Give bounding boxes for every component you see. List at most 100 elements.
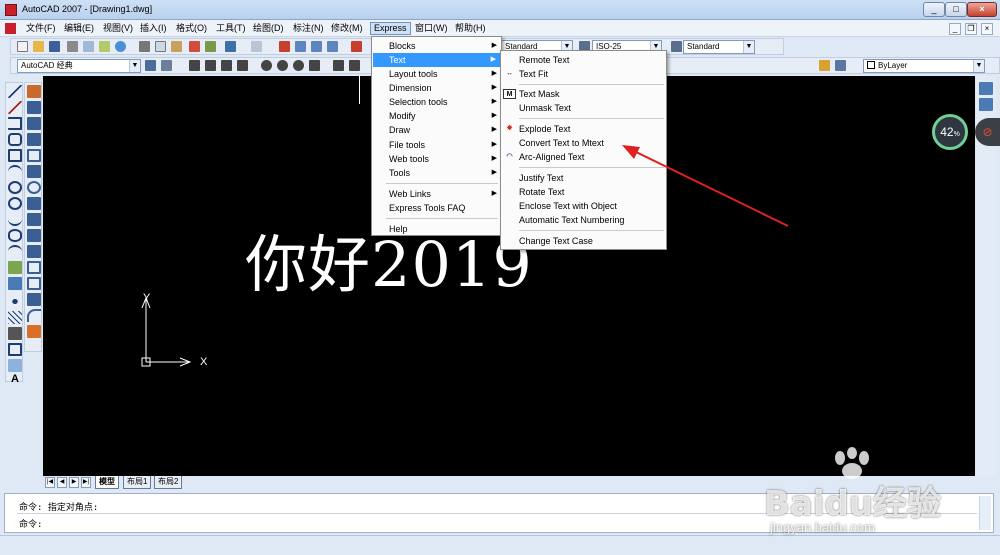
- tab-layout2[interactable]: 布局2: [154, 476, 183, 489]
- menu-item-text-mask[interactable]: M Text Mask: [501, 87, 666, 101]
- linetype-select[interactable]: ByLayer ▼: [863, 59, 985, 73]
- stretch-icon[interactable]: [27, 213, 41, 226]
- menu-dimension[interactable]: 标注(N): [290, 22, 327, 35]
- point-icon[interactable]: [8, 295, 22, 308]
- undo-icon[interactable]: [225, 41, 236, 52]
- dim-linear-icon[interactable]: [189, 60, 200, 71]
- erase-icon[interactable]: [27, 85, 41, 98]
- paste-icon[interactable]: [171, 41, 182, 52]
- minimize-button[interactable]: _: [923, 2, 945, 17]
- properties-icon[interactable]: [351, 41, 362, 52]
- redo-icon[interactable]: [251, 41, 262, 52]
- join-icon[interactable]: [27, 277, 41, 290]
- construction-line-icon[interactable]: [8, 101, 22, 114]
- dim-aligned-icon[interactable]: [205, 60, 216, 71]
- gradient-icon[interactable]: [8, 327, 22, 340]
- ellipse-icon[interactable]: [8, 229, 22, 242]
- menu-item-web-tools[interactable]: Web tools ▶: [372, 152, 501, 166]
- explode-icon[interactable]: [27, 325, 41, 338]
- rotate-icon[interactable]: [27, 181, 41, 194]
- menu-help[interactable]: 帮助(H): [452, 22, 489, 35]
- hatch-icon[interactable]: [8, 311, 22, 324]
- menu-item-blocks[interactable]: Blocks ▶: [372, 39, 501, 53]
- publish-icon[interactable]: [99, 41, 110, 52]
- insert-block-icon[interactable]: [8, 261, 22, 274]
- doc-restore-button[interactable]: ❐: [965, 23, 977, 35]
- spline-icon[interactable]: [8, 213, 22, 226]
- fillet-icon[interactable]: [27, 309, 41, 322]
- save-icon[interactable]: [49, 41, 60, 52]
- mtext-icon[interactable]: A: [8, 373, 22, 386]
- dim-baseline-icon[interactable]: [349, 60, 360, 71]
- dim-jogged-icon[interactable]: [293, 60, 304, 71]
- table-style-select[interactable]: Standard ▼: [683, 40, 755, 54]
- table-icon[interactable]: [8, 359, 22, 372]
- menu-file[interactable]: 文件(F): [23, 22, 59, 35]
- menu-item-selection-tools[interactable]: Selection tools ▶: [372, 95, 501, 109]
- break-icon[interactable]: [27, 261, 41, 274]
- doc-minimize-button[interactable]: _: [949, 23, 961, 35]
- circle-icon[interactable]: [8, 181, 22, 194]
- menu-item-modify[interactable]: Modify ▶: [372, 109, 501, 123]
- trim-icon[interactable]: [27, 229, 41, 242]
- dim-arc-icon[interactable]: [221, 60, 232, 71]
- chamfer-icon[interactable]: [27, 293, 41, 306]
- menu-window[interactable]: 窗口(W): [412, 22, 451, 35]
- menu-item-help[interactable]: Help: [372, 222, 501, 236]
- region-icon[interactable]: [8, 343, 22, 356]
- menu-item-draw[interactable]: Draw ▶: [372, 123, 501, 137]
- layer-icon[interactable]: [819, 60, 830, 71]
- menu-edit[interactable]: 编辑(E): [61, 22, 97, 35]
- menu-item-text-fit[interactable]: ↔ Text Fit: [501, 67, 666, 81]
- pan-icon[interactable]: [279, 41, 290, 52]
- menu-item-layout-tools[interactable]: Layout tools ▶: [372, 67, 501, 81]
- match-properties-icon[interactable]: [189, 41, 200, 52]
- mirror-icon[interactable]: [27, 117, 41, 130]
- speed-meter-widget[interactable]: 42%: [932, 114, 968, 150]
- open-icon[interactable]: [33, 41, 44, 52]
- menu-item-unmask-text[interactable]: Unmask Text: [501, 101, 666, 115]
- menu-item-tools[interactable]: Tools ▶: [372, 166, 501, 180]
- menu-draw[interactable]: 绘图(D): [250, 22, 287, 35]
- next-tab-button[interactable]: ▶: [69, 477, 79, 488]
- arc-icon[interactable]: [8, 165, 22, 178]
- globe-icon[interactable]: [115, 41, 126, 52]
- quick-dim-icon[interactable]: [333, 60, 344, 71]
- dim-diameter-icon[interactable]: [277, 60, 288, 71]
- menu-view[interactable]: 视图(V): [100, 22, 136, 35]
- copy-object-icon[interactable]: [27, 101, 41, 114]
- workspace-select[interactable]: AutoCAD 经典 ▼: [17, 59, 141, 73]
- view-icon[interactable]: [979, 98, 993, 111]
- workspace-save-icon[interactable]: [161, 60, 172, 71]
- revision-cloud-icon[interactable]: [8, 197, 22, 210]
- close-button[interactable]: ×: [967, 2, 997, 17]
- copy-icon[interactable]: [155, 41, 166, 52]
- menu-modify[interactable]: 修改(M): [328, 22, 366, 35]
- menu-item-dimension[interactable]: Dimension ▶: [372, 81, 501, 95]
- menu-item-express-tools-faq[interactable]: Express Tools FAQ: [372, 201, 501, 215]
- dim-ordinate-icon[interactable]: [237, 60, 248, 71]
- preview-icon[interactable]: [83, 41, 94, 52]
- network-status-icon[interactable]: ⊘: [975, 118, 1000, 146]
- print-icon[interactable]: [67, 41, 78, 52]
- menu-express[interactable]: Express: [370, 22, 411, 35]
- command-scrollbar[interactable]: [979, 496, 991, 530]
- menu-item-web-links[interactable]: Web Links ▶: [372, 187, 501, 201]
- block-editor-icon[interactable]: [205, 41, 216, 52]
- ellipse-arc-icon[interactable]: [8, 245, 22, 258]
- menu-item-remote-text[interactable]: Remote Text: [501, 53, 666, 67]
- zoom-realtime-icon[interactable]: [295, 41, 306, 52]
- menu-item-file-tools[interactable]: File tools ▶: [372, 138, 501, 152]
- cut-icon[interactable]: [139, 41, 150, 52]
- workspace-settings-icon[interactable]: [145, 60, 156, 71]
- table-style-icon[interactable]: [671, 41, 682, 52]
- maximize-button[interactable]: □: [945, 2, 967, 17]
- last-tab-button[interactable]: ▶|: [81, 477, 91, 488]
- first-tab-button[interactable]: |◀: [45, 477, 55, 488]
- polygon-icon[interactable]: [8, 133, 22, 146]
- prev-tab-button[interactable]: ◀: [57, 477, 67, 488]
- doc-close-button[interactable]: ×: [981, 23, 993, 35]
- document-icon[interactable]: [5, 23, 16, 34]
- offset-icon[interactable]: [27, 133, 41, 146]
- make-block-icon[interactable]: [8, 277, 22, 290]
